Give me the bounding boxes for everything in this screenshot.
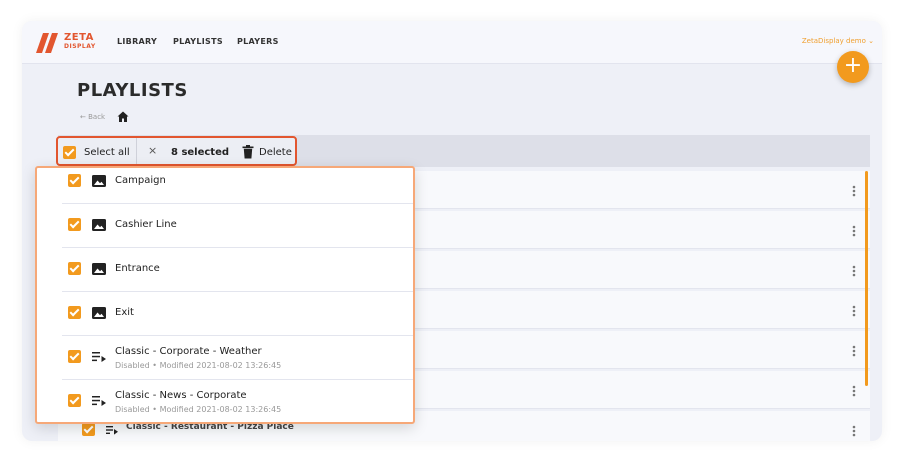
checkbox-checked-icon bbox=[82, 423, 95, 436]
checkbox-checked-icon bbox=[68, 262, 81, 275]
list-item[interactable]: Campaign bbox=[62, 168, 413, 204]
checkbox-checked-icon bbox=[68, 306, 81, 319]
image-icon bbox=[92, 219, 106, 231]
list-item-name: Entrance bbox=[115, 263, 160, 274]
item-modified: Modified 2021-08-02 13:26:45 bbox=[159, 405, 282, 414]
select-all-checkbox[interactable] bbox=[63, 146, 76, 159]
trash-icon[interactable] bbox=[242, 145, 254, 159]
image-icon bbox=[92, 307, 106, 319]
user-menu[interactable]: ZetaDisplay demo ⌄ bbox=[802, 37, 874, 45]
select-all-label[interactable]: Select all bbox=[84, 147, 130, 158]
zeta-logo-mark-icon bbox=[36, 33, 58, 53]
selection-toolbar: Select all × 8 selected Delete bbox=[56, 136, 297, 166]
list-item[interactable]: Classic - News - Corporate Disabled • Mo… bbox=[62, 380, 413, 422]
more-options-icon[interactable] bbox=[852, 225, 856, 237]
delete-button[interactable]: Delete bbox=[259, 147, 292, 158]
image-icon bbox=[92, 175, 106, 187]
item-checkbox[interactable] bbox=[68, 174, 81, 187]
arrow-left-icon: ← bbox=[80, 113, 86, 121]
back-label: Back bbox=[88, 113, 106, 121]
more-options-icon[interactable] bbox=[852, 345, 856, 357]
more-options-icon[interactable] bbox=[852, 425, 856, 437]
toolbar-divider bbox=[136, 138, 137, 164]
clear-selection-icon[interactable]: × bbox=[148, 144, 157, 157]
add-button[interactable]: + bbox=[837, 51, 869, 83]
page-title: PLAYLISTS bbox=[77, 80, 188, 101]
logo-text-primary: ZETA bbox=[64, 32, 94, 43]
item-modified: Modified 2021-08-02 13:26:45 bbox=[159, 361, 282, 370]
top-navigation-bar: ZETA DISPLAY LIBRARY PLAYLISTS PLAYERS Z… bbox=[22, 21, 882, 64]
selected-items-panel: Campaign Cashier Line Entrance Exit Clas… bbox=[35, 166, 415, 424]
item-checkbox[interactable] bbox=[68, 350, 81, 363]
item-checkbox[interactable] bbox=[68, 218, 81, 231]
chevron-down-icon: ⌄ bbox=[868, 37, 874, 45]
list-item-name: Cashier Line bbox=[115, 219, 177, 230]
home-icon[interactable] bbox=[117, 111, 129, 123]
more-options-icon[interactable] bbox=[852, 385, 856, 397]
row-checkbox[interactable] bbox=[82, 423, 95, 436]
list-item-name: Exit bbox=[115, 307, 134, 318]
list-item[interactable]: Classic - Corporate - Weather Disabled •… bbox=[62, 336, 413, 380]
list-item[interactable]: Entrance bbox=[62, 248, 413, 292]
checkbox-checked-icon bbox=[68, 350, 81, 363]
scrollbar[interactable] bbox=[865, 171, 868, 386]
list-item[interactable]: Cashier Line bbox=[62, 204, 413, 248]
checkbox-checked-icon bbox=[68, 218, 81, 231]
user-name: ZetaDisplay demo bbox=[801, 37, 866, 45]
list-item-meta: Disabled • Modified 2021-08-02 13:26:45 bbox=[115, 361, 282, 370]
item-checkbox[interactable] bbox=[68, 394, 81, 407]
more-options-icon[interactable] bbox=[852, 305, 856, 317]
item-checkbox[interactable] bbox=[68, 262, 81, 275]
image-icon bbox=[92, 263, 106, 275]
list-item[interactable]: Exit bbox=[62, 292, 413, 336]
more-options-icon[interactable] bbox=[852, 265, 856, 277]
nav-players[interactable]: PLAYERS bbox=[237, 37, 279, 46]
item-checkbox[interactable] bbox=[68, 306, 81, 319]
zetadisplay-logo[interactable]: ZETA DISPLAY bbox=[36, 32, 96, 54]
checkbox-checked-icon bbox=[63, 146, 76, 159]
playlist-play-icon bbox=[92, 396, 106, 406]
playlist-play-icon bbox=[106, 426, 118, 435]
checkbox-checked-icon bbox=[68, 174, 81, 187]
nav-library[interactable]: LIBRARY bbox=[117, 37, 157, 46]
nav-playlists[interactable]: PLAYLISTS bbox=[173, 37, 223, 46]
item-status: Disabled bbox=[115, 361, 150, 370]
more-options-icon[interactable] bbox=[852, 185, 856, 197]
logo-text-secondary: DISPLAY bbox=[64, 43, 96, 50]
playlist-play-icon bbox=[92, 352, 106, 362]
selected-count: 8 selected bbox=[171, 147, 230, 158]
list-item-name: Classic - Corporate - Weather bbox=[115, 346, 262, 357]
back-link[interactable]: ← Back bbox=[80, 113, 105, 121]
list-item-meta: Disabled • Modified 2021-08-02 13:26:45 bbox=[115, 405, 282, 414]
item-status: Disabled bbox=[115, 405, 150, 414]
list-item-name: Campaign bbox=[115, 175, 166, 186]
checkbox-checked-icon bbox=[68, 394, 81, 407]
list-item-name: Classic - News - Corporate bbox=[115, 390, 247, 401]
